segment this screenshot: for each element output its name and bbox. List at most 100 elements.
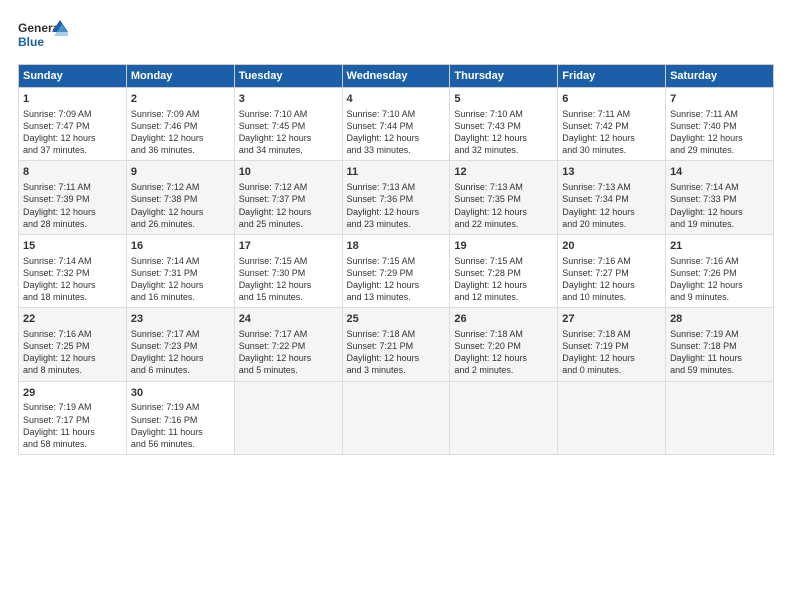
cell-info-line: Sunrise: 7:18 AM (562, 328, 661, 340)
cell-info-line: Sunrise: 7:17 AM (239, 328, 338, 340)
calendar-cell: 19Sunrise: 7:15 AMSunset: 7:28 PMDayligh… (450, 234, 558, 307)
calendar-cell: 22Sunrise: 7:16 AMSunset: 7:25 PMDayligh… (19, 308, 127, 381)
empty-cell (450, 381, 558, 454)
cell-info-line: Sunrise: 7:15 AM (239, 255, 338, 267)
cell-info-line: Sunset: 7:26 PM (670, 267, 769, 279)
cell-info-line: and 56 minutes. (131, 438, 230, 450)
day-number: 22 (23, 312, 122, 327)
cell-info-line: Daylight: 12 hours (23, 279, 122, 291)
cell-info-line: Sunrise: 7:13 AM (347, 181, 446, 193)
cell-info-line: Sunrise: 7:16 AM (562, 255, 661, 267)
cell-info-line: Daylight: 12 hours (562, 279, 661, 291)
cell-info-line: and 59 minutes. (670, 364, 769, 376)
day-number: 30 (131, 386, 230, 401)
cell-info-line: Daylight: 11 hours (131, 426, 230, 438)
cell-info-line: Daylight: 12 hours (131, 132, 230, 144)
day-number: 2 (131, 92, 230, 107)
cell-info-line: Sunrise: 7:19 AM (23, 401, 122, 413)
cell-info-line: Daylight: 12 hours (347, 279, 446, 291)
cell-info-line: Sunset: 7:32 PM (23, 267, 122, 279)
calendar-cell: 5Sunrise: 7:10 AMSunset: 7:43 PMDaylight… (450, 88, 558, 161)
calendar-cell: 23Sunrise: 7:17 AMSunset: 7:23 PMDayligh… (126, 308, 234, 381)
day-number: 12 (454, 165, 553, 180)
calendar-week-row: 1Sunrise: 7:09 AMSunset: 7:47 PMDaylight… (19, 88, 774, 161)
cell-info-line: and 30 minutes. (562, 144, 661, 156)
cell-info-line: and 18 minutes. (23, 291, 122, 303)
cell-info-line: and 12 minutes. (454, 291, 553, 303)
calendar-cell: 27Sunrise: 7:18 AMSunset: 7:19 PMDayligh… (558, 308, 666, 381)
col-header-thursday: Thursday (450, 65, 558, 88)
logo: General Blue (18, 18, 68, 54)
day-number: 8 (23, 165, 122, 180)
empty-cell (234, 381, 342, 454)
page-header: General Blue (18, 18, 774, 54)
cell-info-line: Sunset: 7:35 PM (454, 193, 553, 205)
day-number: 13 (562, 165, 661, 180)
empty-cell (342, 381, 450, 454)
day-number: 4 (347, 92, 446, 107)
day-number: 21 (670, 239, 769, 254)
day-number: 10 (239, 165, 338, 180)
cell-info-line: and 10 minutes. (562, 291, 661, 303)
cell-info-line: and 34 minutes. (239, 144, 338, 156)
cell-info-line: Sunset: 7:19 PM (562, 340, 661, 352)
cell-info-line: Daylight: 12 hours (454, 279, 553, 291)
cell-info-line: Daylight: 12 hours (239, 206, 338, 218)
cell-info-line: Daylight: 12 hours (562, 352, 661, 364)
day-number: 17 (239, 239, 338, 254)
svg-text:Blue: Blue (18, 35, 44, 49)
cell-info-line: and 6 minutes. (131, 364, 230, 376)
cell-info-line: and 9 minutes. (670, 291, 769, 303)
day-number: 16 (131, 239, 230, 254)
cell-info-line: Sunrise: 7:10 AM (239, 108, 338, 120)
cell-info-line: Sunrise: 7:14 AM (131, 255, 230, 267)
cell-info-line: Sunset: 7:46 PM (131, 120, 230, 132)
cell-info-line: Daylight: 12 hours (23, 352, 122, 364)
calendar-cell: 2Sunrise: 7:09 AMSunset: 7:46 PMDaylight… (126, 88, 234, 161)
cell-info-line: Daylight: 11 hours (670, 352, 769, 364)
cell-info-line: Sunset: 7:43 PM (454, 120, 553, 132)
cell-info-line: Sunset: 7:37 PM (239, 193, 338, 205)
cell-info-line: Sunrise: 7:18 AM (454, 328, 553, 340)
calendar-cell: 18Sunrise: 7:15 AMSunset: 7:29 PMDayligh… (342, 234, 450, 307)
cell-info-line: and 22 minutes. (454, 218, 553, 230)
calendar-week-row: 15Sunrise: 7:14 AMSunset: 7:32 PMDayligh… (19, 234, 774, 307)
calendar-cell: 20Sunrise: 7:16 AMSunset: 7:27 PMDayligh… (558, 234, 666, 307)
cell-info-line: Sunset: 7:39 PM (23, 193, 122, 205)
cell-info-line: Sunrise: 7:18 AM (347, 328, 446, 340)
cell-info-line: and 25 minutes. (239, 218, 338, 230)
cell-info-line: Daylight: 12 hours (670, 132, 769, 144)
calendar-week-row: 29Sunrise: 7:19 AMSunset: 7:17 PMDayligh… (19, 381, 774, 454)
cell-info-line: and 58 minutes. (23, 438, 122, 450)
col-header-wednesday: Wednesday (342, 65, 450, 88)
day-number: 11 (347, 165, 446, 180)
cell-info-line: Daylight: 12 hours (670, 279, 769, 291)
cell-info-line: and 16 minutes. (131, 291, 230, 303)
cell-info-line: Daylight: 12 hours (454, 206, 553, 218)
calendar-cell: 15Sunrise: 7:14 AMSunset: 7:32 PMDayligh… (19, 234, 127, 307)
empty-cell (558, 381, 666, 454)
day-number: 1 (23, 92, 122, 107)
cell-info-line: and 32 minutes. (454, 144, 553, 156)
cell-info-line: Sunset: 7:31 PM (131, 267, 230, 279)
calendar-cell: 30Sunrise: 7:19 AMSunset: 7:16 PMDayligh… (126, 381, 234, 454)
day-number: 19 (454, 239, 553, 254)
cell-info-line: Sunset: 7:34 PM (562, 193, 661, 205)
cell-info-line: Sunset: 7:16 PM (131, 414, 230, 426)
cell-info-line: Sunrise: 7:12 AM (131, 181, 230, 193)
day-number: 18 (347, 239, 446, 254)
cell-info-line: Sunrise: 7:19 AM (670, 328, 769, 340)
day-number: 5 (454, 92, 553, 107)
calendar-cell: 4Sunrise: 7:10 AMSunset: 7:44 PMDaylight… (342, 88, 450, 161)
cell-info-line: and 26 minutes. (131, 218, 230, 230)
cell-info-line: Sunrise: 7:15 AM (347, 255, 446, 267)
cell-info-line: Daylight: 12 hours (23, 132, 122, 144)
day-number: 27 (562, 312, 661, 327)
cell-info-line: Daylight: 12 hours (454, 352, 553, 364)
day-number: 25 (347, 312, 446, 327)
day-number: 15 (23, 239, 122, 254)
cell-info-line: Sunset: 7:22 PM (239, 340, 338, 352)
day-number: 26 (454, 312, 553, 327)
cell-info-line: Sunrise: 7:19 AM (131, 401, 230, 413)
cell-info-line: Sunrise: 7:09 AM (23, 108, 122, 120)
